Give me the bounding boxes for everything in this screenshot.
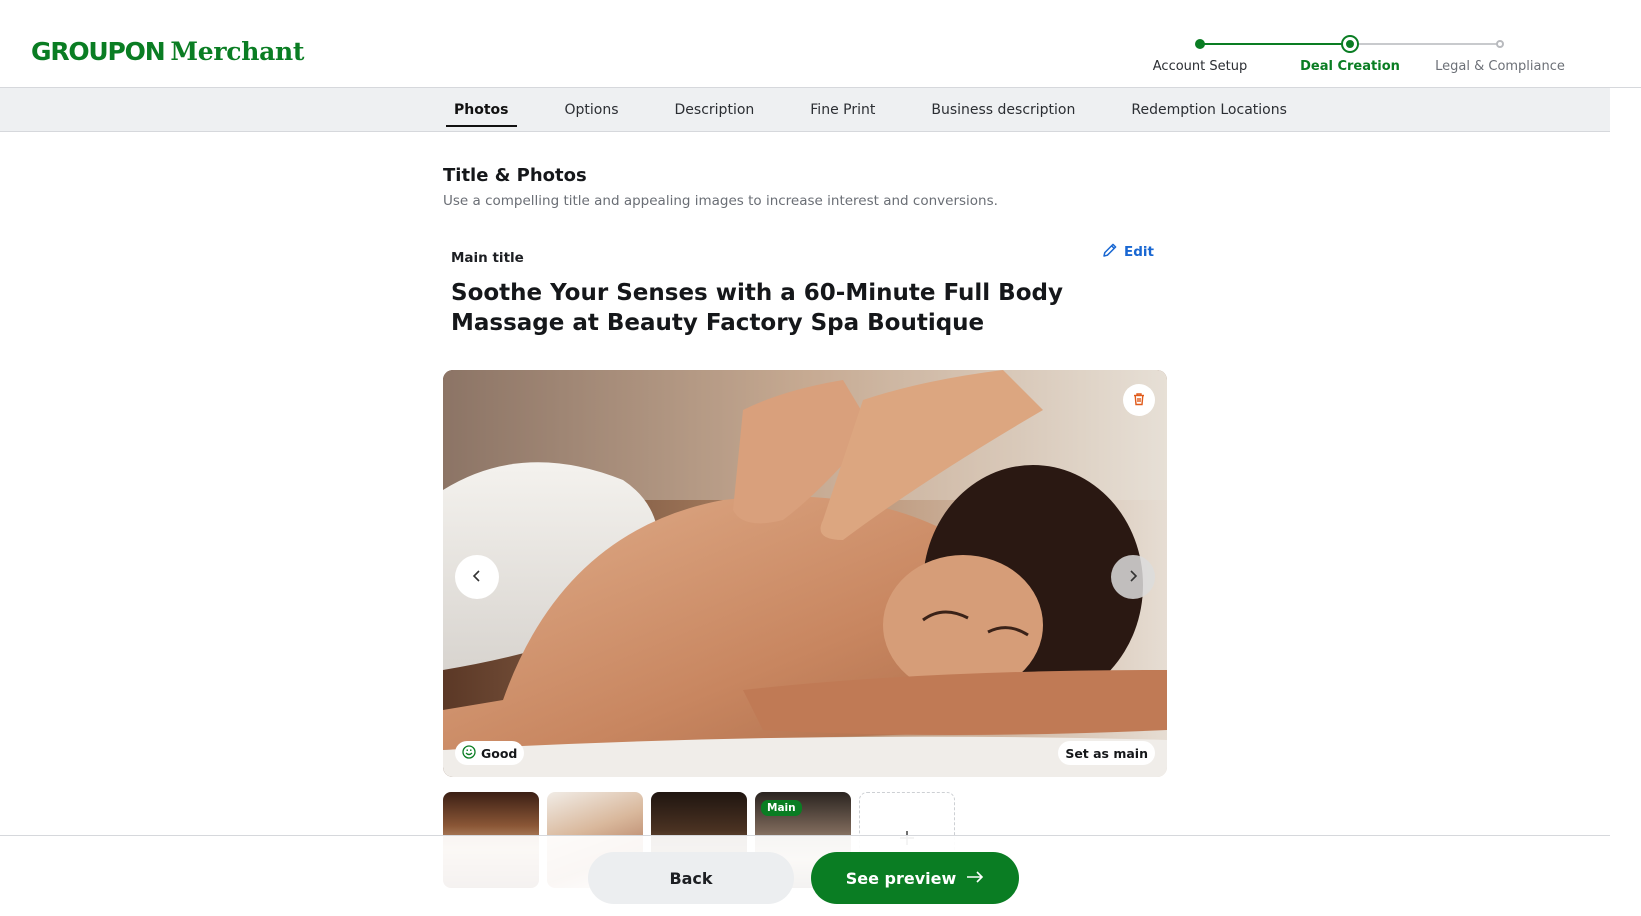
section-tabs-bar: Photos Options Description Fine Print Bu… — [0, 88, 1610, 132]
delete-photo-button[interactable] — [1123, 384, 1155, 416]
tab-photos[interactable]: Photos — [446, 88, 517, 132]
previous-photo-button[interactable] — [455, 555, 499, 599]
trash-icon — [1132, 391, 1146, 410]
section-title: Title & Photos — [443, 165, 587, 186]
pencil-icon — [1102, 242, 1118, 262]
stepper-line-complete — [1200, 43, 1350, 45]
smiley-icon — [462, 744, 476, 762]
step-dot-account-setup — [1195, 39, 1205, 49]
logo-brand: GROUPON — [31, 37, 166, 66]
tab-business-description[interactable]: Business description — [923, 88, 1083, 132]
footer-action-bar — [0, 835, 1610, 916]
tab-options[interactable]: Options — [557, 88, 627, 132]
groupon-merchant-logo[interactable]: GROUPON Merchant — [31, 37, 304, 66]
tab-fine-print[interactable]: Fine Print — [802, 88, 883, 132]
main-title-text: Soothe Your Senses with a 60-Minute Full… — [451, 280, 1063, 336]
step-label-legal-compliance: Legal & Compliance — [1435, 59, 1565, 74]
set-as-main-button[interactable]: Set as main — [1058, 741, 1155, 765]
stepper-line-upcoming — [1350, 43, 1500, 45]
section-subtitle: Use a compelling title and appealing ima… — [443, 193, 998, 209]
photo-quality-label: Good — [481, 745, 518, 761]
arrow-right-icon — [966, 869, 984, 888]
back-label: Back — [669, 868, 713, 888]
step-dot-deal-creation — [1343, 37, 1357, 51]
step-label-deal-creation[interactable]: Deal Creation — [1300, 59, 1400, 74]
logo-suffix: Merchant — [170, 37, 305, 66]
progress-stepper: Account Setup Deal Creation Legal & Comp… — [1150, 37, 1570, 78]
back-button[interactable]: Back — [588, 852, 794, 904]
photo-quality-badge: Good — [455, 741, 525, 765]
step-dot-legal-compliance — [1496, 40, 1504, 48]
section-tabs: Photos Options Description Fine Print Bu… — [446, 88, 1295, 132]
see-preview-label: See preview — [845, 868, 957, 888]
tab-description[interactable]: Description — [667, 88, 763, 132]
main-photo-carousel[interactable]: Good Set as main — [443, 370, 1167, 777]
main-title-label: Main title — [451, 250, 524, 266]
see-preview-button[interactable]: See preview — [811, 852, 1019, 904]
chevron-right-icon — [1126, 568, 1140, 587]
next-photo-button[interactable] — [1111, 555, 1155, 599]
main-photo-tag: Main — [761, 800, 802, 816]
tab-redemption-locations[interactable]: Redemption Locations — [1123, 88, 1295, 132]
step-label-account-setup[interactable]: Account Setup — [1153, 59, 1247, 74]
edit-label: Edit — [1124, 244, 1154, 260]
top-header: GROUPON Merchant Account Setup Deal Crea… — [0, 0, 1641, 88]
edit-title-button[interactable]: Edit — [1102, 242, 1154, 262]
chevron-left-icon — [470, 568, 484, 587]
massage-photo — [443, 370, 1167, 777]
